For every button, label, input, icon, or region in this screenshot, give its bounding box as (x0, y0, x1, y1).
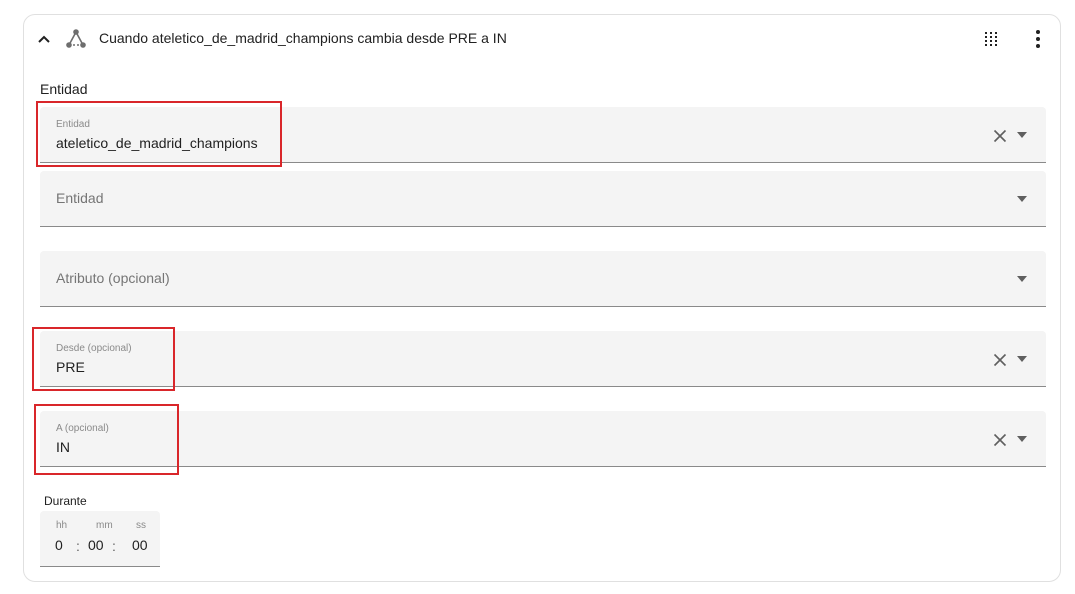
dropdown-arrow-icon[interactable] (1016, 275, 1028, 283)
entity-picker[interactable]: Entidad ateletico_de_madrid_champions (40, 107, 1046, 163)
trigger-card: Cuando ateletico_de_madrid_champions cam… (23, 14, 1061, 582)
hours-input[interactable]: 0 (55, 537, 63, 553)
clear-icon[interactable] (993, 129, 1007, 143)
trigger-title: Cuando ateletico_de_madrid_champions cam… (99, 30, 507, 46)
trigger-header[interactable]: Cuando ateletico_de_madrid_champions cam… (24, 15, 1060, 63)
clear-icon[interactable] (993, 433, 1007, 447)
from-state-field[interactable]: Desde (opcional) PRE (40, 331, 1046, 387)
seconds-input[interactable]: 00 (132, 537, 148, 553)
to-state-value: IN (56, 439, 70, 455)
hours-label: hh (56, 520, 68, 531)
from-state-label: Desde (opcional) (56, 343, 132, 354)
minutes-input[interactable]: 00 (88, 537, 104, 553)
dropdown-arrow-icon[interactable] (1016, 355, 1028, 363)
to-state-field[interactable]: A (opcional) IN (40, 411, 1046, 467)
dropdown-arrow-icon[interactable] (1016, 435, 1028, 443)
minutes-label: mm (96, 520, 113, 531)
entity-add-placeholder: Entidad (56, 190, 104, 206)
more-vertical-icon[interactable] (1028, 28, 1048, 50)
duration-label: Durante (44, 494, 87, 508)
drag-handle-icon[interactable] (982, 30, 1000, 48)
time-separator: : (112, 538, 116, 554)
duration-input[interactable]: hh mm ss 0 : 00 : 00 (40, 511, 160, 567)
dropdown-arrow-icon[interactable] (1016, 195, 1028, 203)
state-trigger-icon (66, 29, 86, 48)
clear-icon[interactable] (993, 353, 1007, 367)
seconds-label: ss (136, 520, 146, 531)
attribute-picker[interactable]: Atributo (opcional) (40, 251, 1046, 307)
chevron-up-icon[interactable] (36, 31, 52, 47)
entity-section-label: Entidad (40, 81, 88, 97)
to-state-label: A (opcional) (56, 423, 109, 434)
attribute-placeholder: Atributo (opcional) (56, 270, 170, 286)
time-separator: : (76, 538, 80, 554)
dropdown-arrow-icon[interactable] (1016, 131, 1028, 139)
entity-picker-add[interactable]: Entidad (40, 171, 1046, 227)
entity-field-label: Entidad (56, 119, 90, 130)
from-state-value: PRE (56, 359, 85, 375)
entity-field-value: ateletico_de_madrid_champions (56, 135, 258, 151)
